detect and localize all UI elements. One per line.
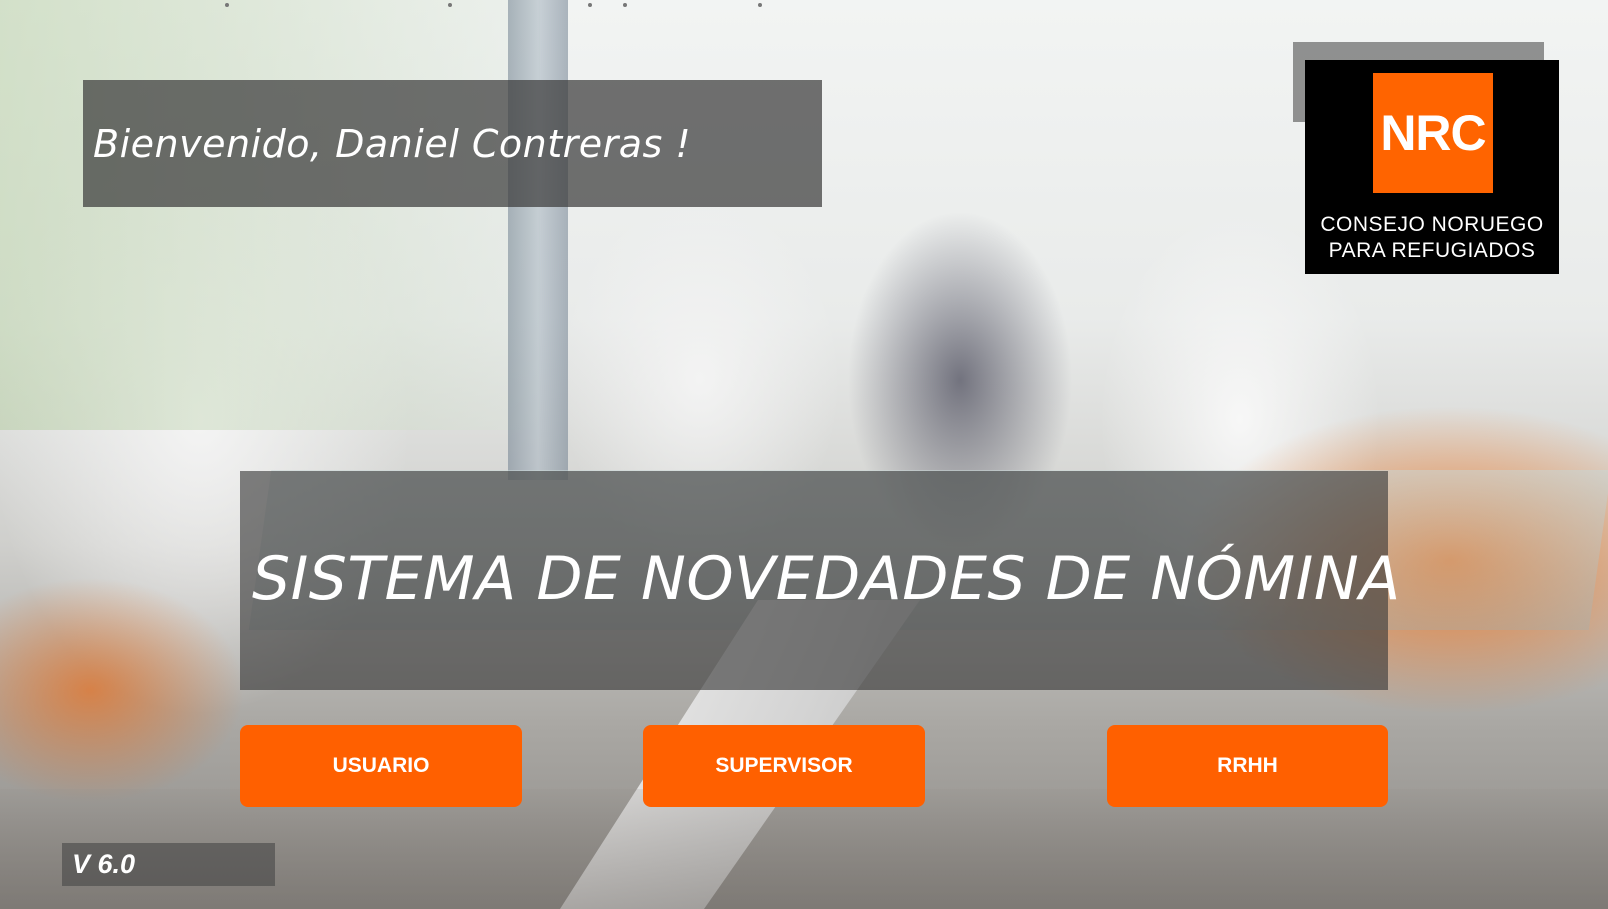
version-label: V 6.0 [72,849,136,879]
nrc-logo-text: NRC [1380,105,1486,161]
page-title: SISTEMA DE NOVEDADES DE NÓMINA [252,544,1401,614]
background-pillar [508,0,568,480]
nrc-logo-mark: NRC [1373,73,1493,193]
background-window [0,0,540,430]
welcome-banner: Bienvenido, Daniel Contreras ! [83,80,822,207]
welcome-message: Bienvenido, Daniel Contreras ! [93,121,692,166]
top-resize-dots [0,3,1608,9]
logo-caption-line2: PARA REFUGIADOS [1328,239,1536,262]
title-banner: SISTEMA DE NOVEDADES DE NÓMINA [240,471,1400,690]
nrc-logo: NRC CONSEJO NORUEGO PARA REFUGIADOS [1305,60,1559,274]
supervisor-button[interactable]: SUPERVISOR [643,725,925,807]
usuario-button[interactable]: USUARIO [240,725,522,807]
logo-caption-line1: CONSEJO NORUEGO [1320,213,1544,236]
version-badge: V 6.0 [62,843,275,886]
rrhh-button[interactable]: RRHH [1107,725,1388,807]
